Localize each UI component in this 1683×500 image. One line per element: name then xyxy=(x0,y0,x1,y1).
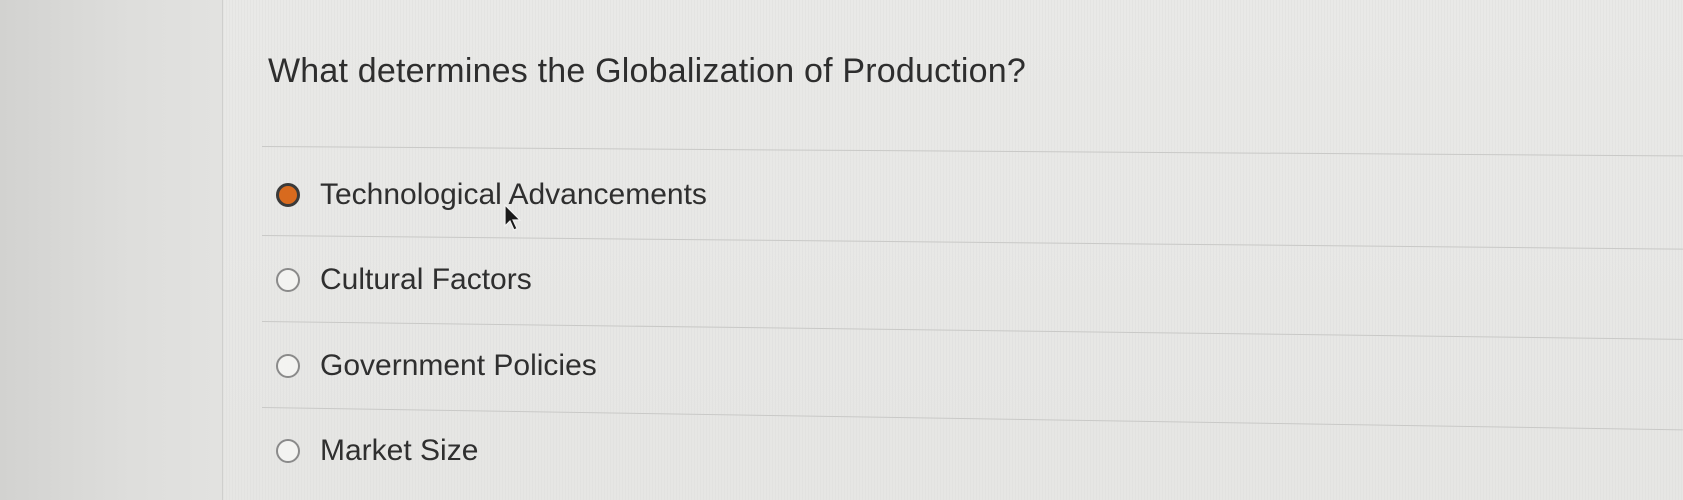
radio-button-selected[interactable] xyxy=(276,183,300,207)
answer-option[interactable]: Cultural Factors xyxy=(276,263,532,297)
radio-button[interactable] xyxy=(276,354,300,378)
radio-button[interactable] xyxy=(276,268,300,292)
mouse-pointer-icon xyxy=(504,204,522,231)
answer-option[interactable]: Market Size xyxy=(276,434,478,468)
option-label: Market Size xyxy=(320,434,479,467)
question-text: What determines the Globalization of Pro… xyxy=(268,52,1027,90)
answer-option[interactable]: Government Policies xyxy=(276,349,597,383)
screen: What determines the Globalization of Pro… xyxy=(0,0,1683,500)
answer-option[interactable]: Technological Advancements xyxy=(276,178,707,212)
left-margin-panel xyxy=(0,0,223,500)
radio-button[interactable] xyxy=(276,439,300,463)
option-label: Cultural Factors xyxy=(320,263,532,296)
option-label: Government Policies xyxy=(320,349,597,382)
